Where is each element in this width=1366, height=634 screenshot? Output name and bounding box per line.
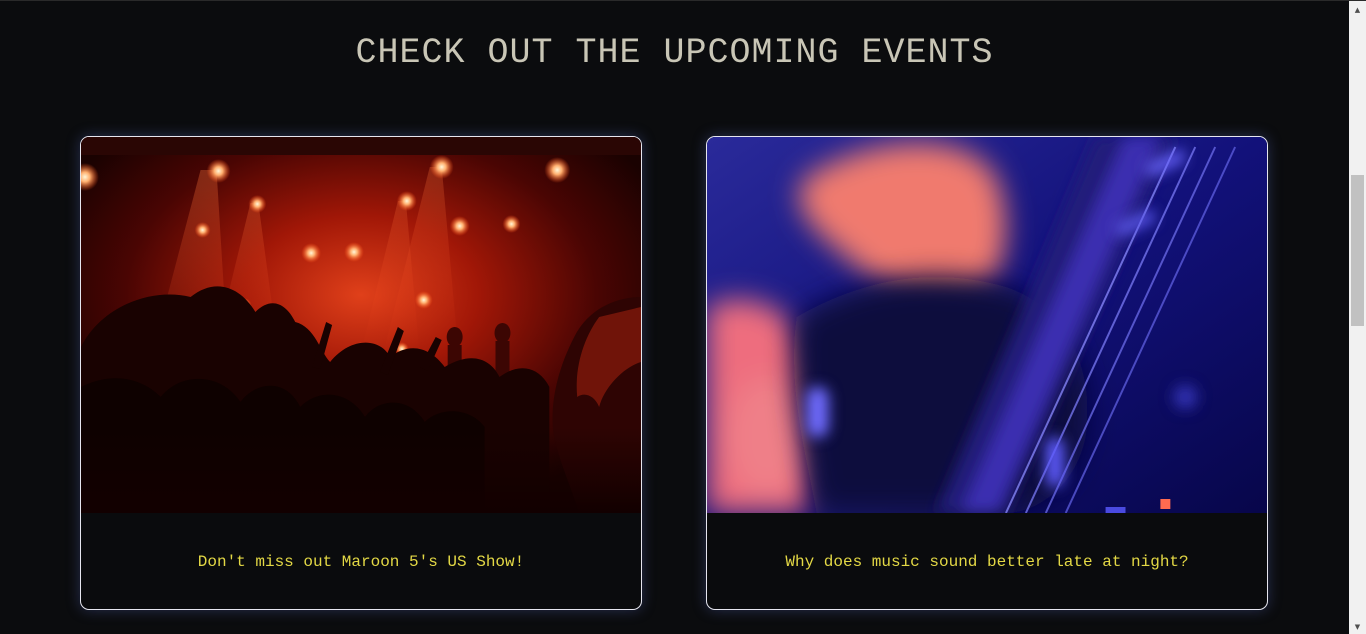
blurred-guitar-image xyxy=(707,137,1267,513)
section-heading: CHECK OUT THE UPCOMING EVENTS xyxy=(355,33,994,73)
event-card-maroon5[interactable]: Don't miss out Maroon 5's US Show! xyxy=(80,136,642,610)
event-caption: Don't miss out Maroon 5's US Show! xyxy=(197,553,525,571)
event-card-late-night-music[interactable]: Why does music sound better late at nigh… xyxy=(706,136,1268,610)
event-caption: Why does music sound better late at nigh… xyxy=(785,553,1189,571)
vertical-scrollbar[interactable]: ▲ ▼ xyxy=(1349,1,1366,634)
concert-crowd-image xyxy=(81,137,641,513)
scroll-down-arrow-icon[interactable]: ▼ xyxy=(1349,618,1366,634)
scrollbar-thumb[interactable] xyxy=(1351,175,1364,326)
scroll-up-arrow-icon[interactable]: ▲ xyxy=(1349,1,1366,18)
page: CHECK OUT THE UPCOMING EVENTS Don't miss… xyxy=(0,0,1366,634)
